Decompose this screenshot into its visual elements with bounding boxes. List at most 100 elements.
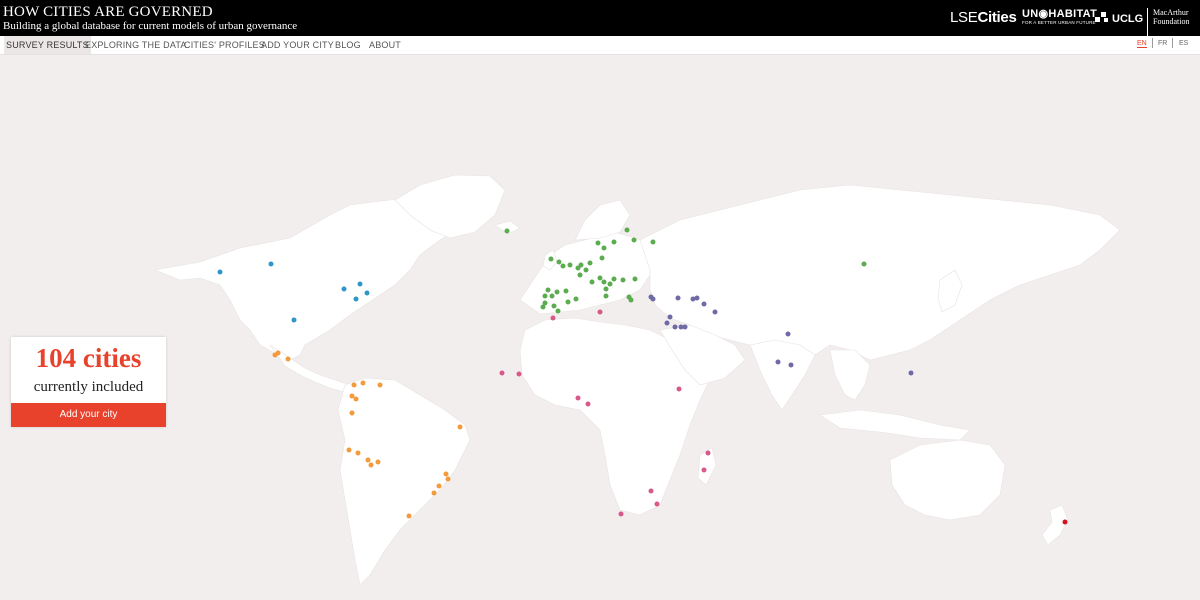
city-dot-europe[interactable] xyxy=(555,308,561,314)
city-dot-latin-america[interactable] xyxy=(346,447,352,453)
city-dot-north-america[interactable] xyxy=(357,281,363,287)
city-dot-europe[interactable] xyxy=(601,279,607,285)
city-dot-latin-america[interactable] xyxy=(406,513,412,519)
city-dot-latin-america[interactable] xyxy=(368,462,374,468)
city-dot-europe[interactable] xyxy=(597,275,603,281)
city-dot-europe[interactable] xyxy=(601,245,607,251)
site-title[interactable]: HOW CITIES ARE GOVERNED xyxy=(3,4,213,20)
city-dot-asia[interactable] xyxy=(664,320,670,326)
city-dot-europe[interactable] xyxy=(549,293,555,299)
city-dot-africa[interactable] xyxy=(499,370,505,376)
city-dot-latin-america[interactable] xyxy=(365,457,371,463)
city-dot-europe[interactable] xyxy=(611,239,617,245)
city-dot-africa[interactable] xyxy=(648,488,654,494)
city-dot-asia[interactable] xyxy=(775,359,781,365)
city-dot-latin-america[interactable] xyxy=(272,352,278,358)
city-dot-europe[interactable] xyxy=(554,289,560,295)
city-dot-europe[interactable] xyxy=(565,299,571,305)
city-dot-europe[interactable] xyxy=(624,227,630,233)
city-dot-latin-america[interactable] xyxy=(355,450,361,456)
city-dot-oceania[interactable] xyxy=(1062,519,1068,525)
city-dot-europe[interactable] xyxy=(607,281,613,287)
city-dot-africa[interactable] xyxy=(597,309,603,315)
city-dot-latin-america[interactable] xyxy=(445,476,451,482)
city-dot-europe[interactable] xyxy=(540,304,546,310)
city-dot-north-america[interactable] xyxy=(341,286,347,292)
city-dot-latin-america[interactable] xyxy=(349,410,355,416)
city-dot-europe[interactable] xyxy=(620,277,626,283)
city-dot-europe[interactable] xyxy=(603,286,609,292)
lang-es[interactable]: ES xyxy=(1179,40,1188,47)
city-dot-north-america[interactable] xyxy=(217,269,223,275)
city-dot-latin-america[interactable] xyxy=(443,471,449,477)
city-dot-europe[interactable] xyxy=(595,240,601,246)
city-dot-north-america[interactable] xyxy=(291,317,297,323)
city-dot-europe[interactable] xyxy=(504,228,510,234)
city-dot-africa[interactable] xyxy=(516,371,522,377)
city-dot-europe[interactable] xyxy=(560,263,566,269)
city-dot-asia[interactable] xyxy=(785,331,791,337)
city-dot-africa[interactable] xyxy=(618,511,624,517)
city-dot-latin-america[interactable] xyxy=(349,393,355,399)
city-dot-latin-america[interactable] xyxy=(353,396,359,402)
city-dot-europe[interactable] xyxy=(631,237,637,243)
city-dot-africa[interactable] xyxy=(701,467,707,473)
city-dot-europe[interactable] xyxy=(578,262,584,268)
world-map[interactable] xyxy=(0,55,1200,600)
nav-exploring-the-data[interactable]: EXPLORING THE DATA xyxy=(85,36,187,54)
city-dot-europe[interactable] xyxy=(551,303,557,309)
city-dot-europe[interactable] xyxy=(577,272,583,278)
city-dot-europe[interactable] xyxy=(583,267,589,273)
city-dot-asia[interactable] xyxy=(675,295,681,301)
city-dot-latin-america[interactable] xyxy=(351,382,357,388)
city-dot-north-america[interactable] xyxy=(268,261,274,267)
city-dot-europe[interactable] xyxy=(628,297,634,303)
city-dot-europe[interactable] xyxy=(599,255,605,261)
lang-fr[interactable]: FR xyxy=(1158,40,1167,47)
city-dot-asia[interactable] xyxy=(712,309,718,315)
city-dot-asia[interactable] xyxy=(694,295,700,301)
city-dot-asia[interactable] xyxy=(788,362,794,368)
nav-blog[interactable]: BLOG xyxy=(335,36,361,54)
city-dot-latin-america[interactable] xyxy=(285,356,291,362)
city-dot-europe[interactable] xyxy=(548,256,554,262)
add-your-city-button[interactable]: Add your city xyxy=(11,403,166,427)
city-dot-north-america[interactable] xyxy=(364,290,370,296)
city-dot-africa[interactable] xyxy=(585,401,591,407)
city-dot-latin-america[interactable] xyxy=(360,380,366,386)
city-dot-europe[interactable] xyxy=(542,293,548,299)
city-dot-latin-america[interactable] xyxy=(375,459,381,465)
city-dot-europe[interactable] xyxy=(861,261,867,267)
city-dot-latin-america[interactable] xyxy=(457,424,463,430)
city-dot-europe[interactable] xyxy=(545,287,551,293)
city-dot-asia[interactable] xyxy=(701,301,707,307)
nav-survey-results[interactable]: SURVEY RESULTS xyxy=(4,36,91,54)
city-dot-europe[interactable] xyxy=(603,293,609,299)
city-dot-africa[interactable] xyxy=(676,386,682,392)
city-dot-latin-america[interactable] xyxy=(377,382,383,388)
nav-about[interactable]: ABOUT xyxy=(369,36,401,54)
city-dot-asia[interactable] xyxy=(650,296,656,302)
city-dot-europe[interactable] xyxy=(611,276,617,282)
city-dot-asia[interactable] xyxy=(682,324,688,330)
city-dot-europe[interactable] xyxy=(573,296,579,302)
city-dot-europe[interactable] xyxy=(587,260,593,266)
city-dot-europe[interactable] xyxy=(632,276,638,282)
city-dot-latin-america[interactable] xyxy=(436,483,442,489)
city-dot-north-america[interactable] xyxy=(353,296,359,302)
city-dot-africa[interactable] xyxy=(654,501,660,507)
city-dot-asia[interactable] xyxy=(908,370,914,376)
city-dot-europe[interactable] xyxy=(589,279,595,285)
lang-en[interactable]: EN xyxy=(1137,40,1147,48)
city-dot-europe[interactable] xyxy=(650,239,656,245)
city-dot-africa[interactable] xyxy=(575,395,581,401)
city-dot-europe[interactable] xyxy=(556,259,562,265)
nav-add-your-city[interactable]: ADD YOUR CITY xyxy=(261,36,334,54)
city-dot-asia[interactable] xyxy=(672,324,678,330)
city-dot-europe[interactable] xyxy=(563,288,569,294)
city-dot-europe[interactable] xyxy=(567,262,573,268)
city-dot-asia[interactable] xyxy=(667,314,673,320)
city-dot-africa[interactable] xyxy=(705,450,711,456)
city-dot-latin-america[interactable] xyxy=(431,490,437,496)
city-dot-africa[interactable] xyxy=(550,315,556,321)
